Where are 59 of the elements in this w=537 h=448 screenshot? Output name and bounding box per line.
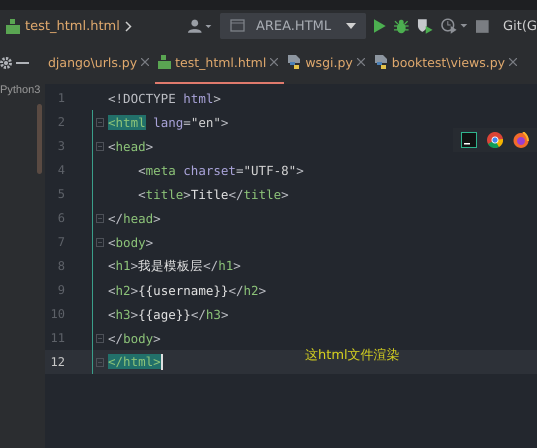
fold-icon[interactable] [96, 118, 104, 126]
code-line: <head> [108, 138, 154, 154]
line-number: 5 [56, 187, 65, 201]
fold-icon[interactable] [96, 142, 104, 150]
fold-icon[interactable] [96, 238, 104, 246]
fold-icon[interactable] [96, 214, 104, 222]
caret-icon [346, 23, 356, 29]
annotation-text: 这html文件渲染 [305, 347, 400, 364]
line-number: 1 [56, 91, 65, 105]
code-line: <h3>{{age}}</h3> [108, 306, 228, 322]
app-logo-icon[interactable] [461, 132, 477, 148]
chevron-icon [124, 20, 132, 32]
clock-icon[interactable] [441, 18, 468, 34]
run-configuration-dropdown[interactable]: AREA.HTML [220, 13, 366, 39]
code-line: <meta charset="UTF-8"> [137, 162, 304, 178]
code-line: <body> [108, 234, 154, 250]
stop-icon[interactable] [476, 20, 490, 32]
user-icon[interactable] [186, 19, 212, 33]
code-line: <!DOCTYPE html> [108, 90, 221, 106]
close-icon[interactable] [141, 58, 150, 66]
close-icon[interactable] [509, 58, 518, 66]
fold-icon[interactable] [96, 334, 104, 342]
tree-item[interactable]: Python3 [0, 84, 40, 96]
line-number: 9 [56, 283, 65, 297]
settings-icon[interactable] [0, 57, 12, 69]
line-number: 6 [56, 211, 65, 225]
editor-tab[interactable]: test_html.html [155, 42, 284, 84]
html-file-icon [6, 18, 20, 34]
line-number: 3 [56, 139, 65, 153]
code-line: <html lang="en"> [108, 114, 228, 130]
html-file-icon [158, 55, 172, 69]
bug-icon[interactable] [394, 18, 409, 34]
line-number: 12 [50, 355, 65, 369]
line-number: 2 [56, 115, 65, 129]
code-line: <h2>{{username}}</h2> [108, 282, 266, 298]
editor-tab[interactable]: wsgi.py [284, 42, 371, 84]
minimize-icon[interactable] [16, 62, 29, 64]
window-icon [230, 19, 246, 33]
line-number: 8 [56, 259, 65, 273]
browser-icon[interactable] [487, 132, 503, 148]
editor-tab[interactable]: booktest\views.py [370, 42, 524, 84]
close-icon[interactable] [270, 58, 278, 66]
code-line: </body> [108, 330, 161, 346]
browser-icon[interactable] [513, 132, 529, 148]
python-file-icon [374, 55, 388, 69]
close-icon[interactable] [356, 58, 365, 66]
code-line: </head> [108, 210, 161, 226]
breadcrumb-file[interactable]: test_html.html [25, 18, 120, 34]
code-line: <h1>我是模板层</h1> [108, 258, 241, 274]
run-icon[interactable] [374, 19, 386, 33]
shield-icon[interactable] [416, 18, 434, 34]
line-number: 7 [56, 235, 65, 249]
python-file-icon [287, 55, 302, 69]
line-number: 10 [50, 307, 65, 321]
vcs-menu[interactable]: Git(G [503, 18, 537, 34]
line-number: 11 [50, 331, 65, 345]
line-number: 4 [56, 163, 65, 177]
code-line: <title>Title</title> [137, 186, 289, 202]
editor-tab[interactable]: django\urls.py [45, 42, 156, 84]
